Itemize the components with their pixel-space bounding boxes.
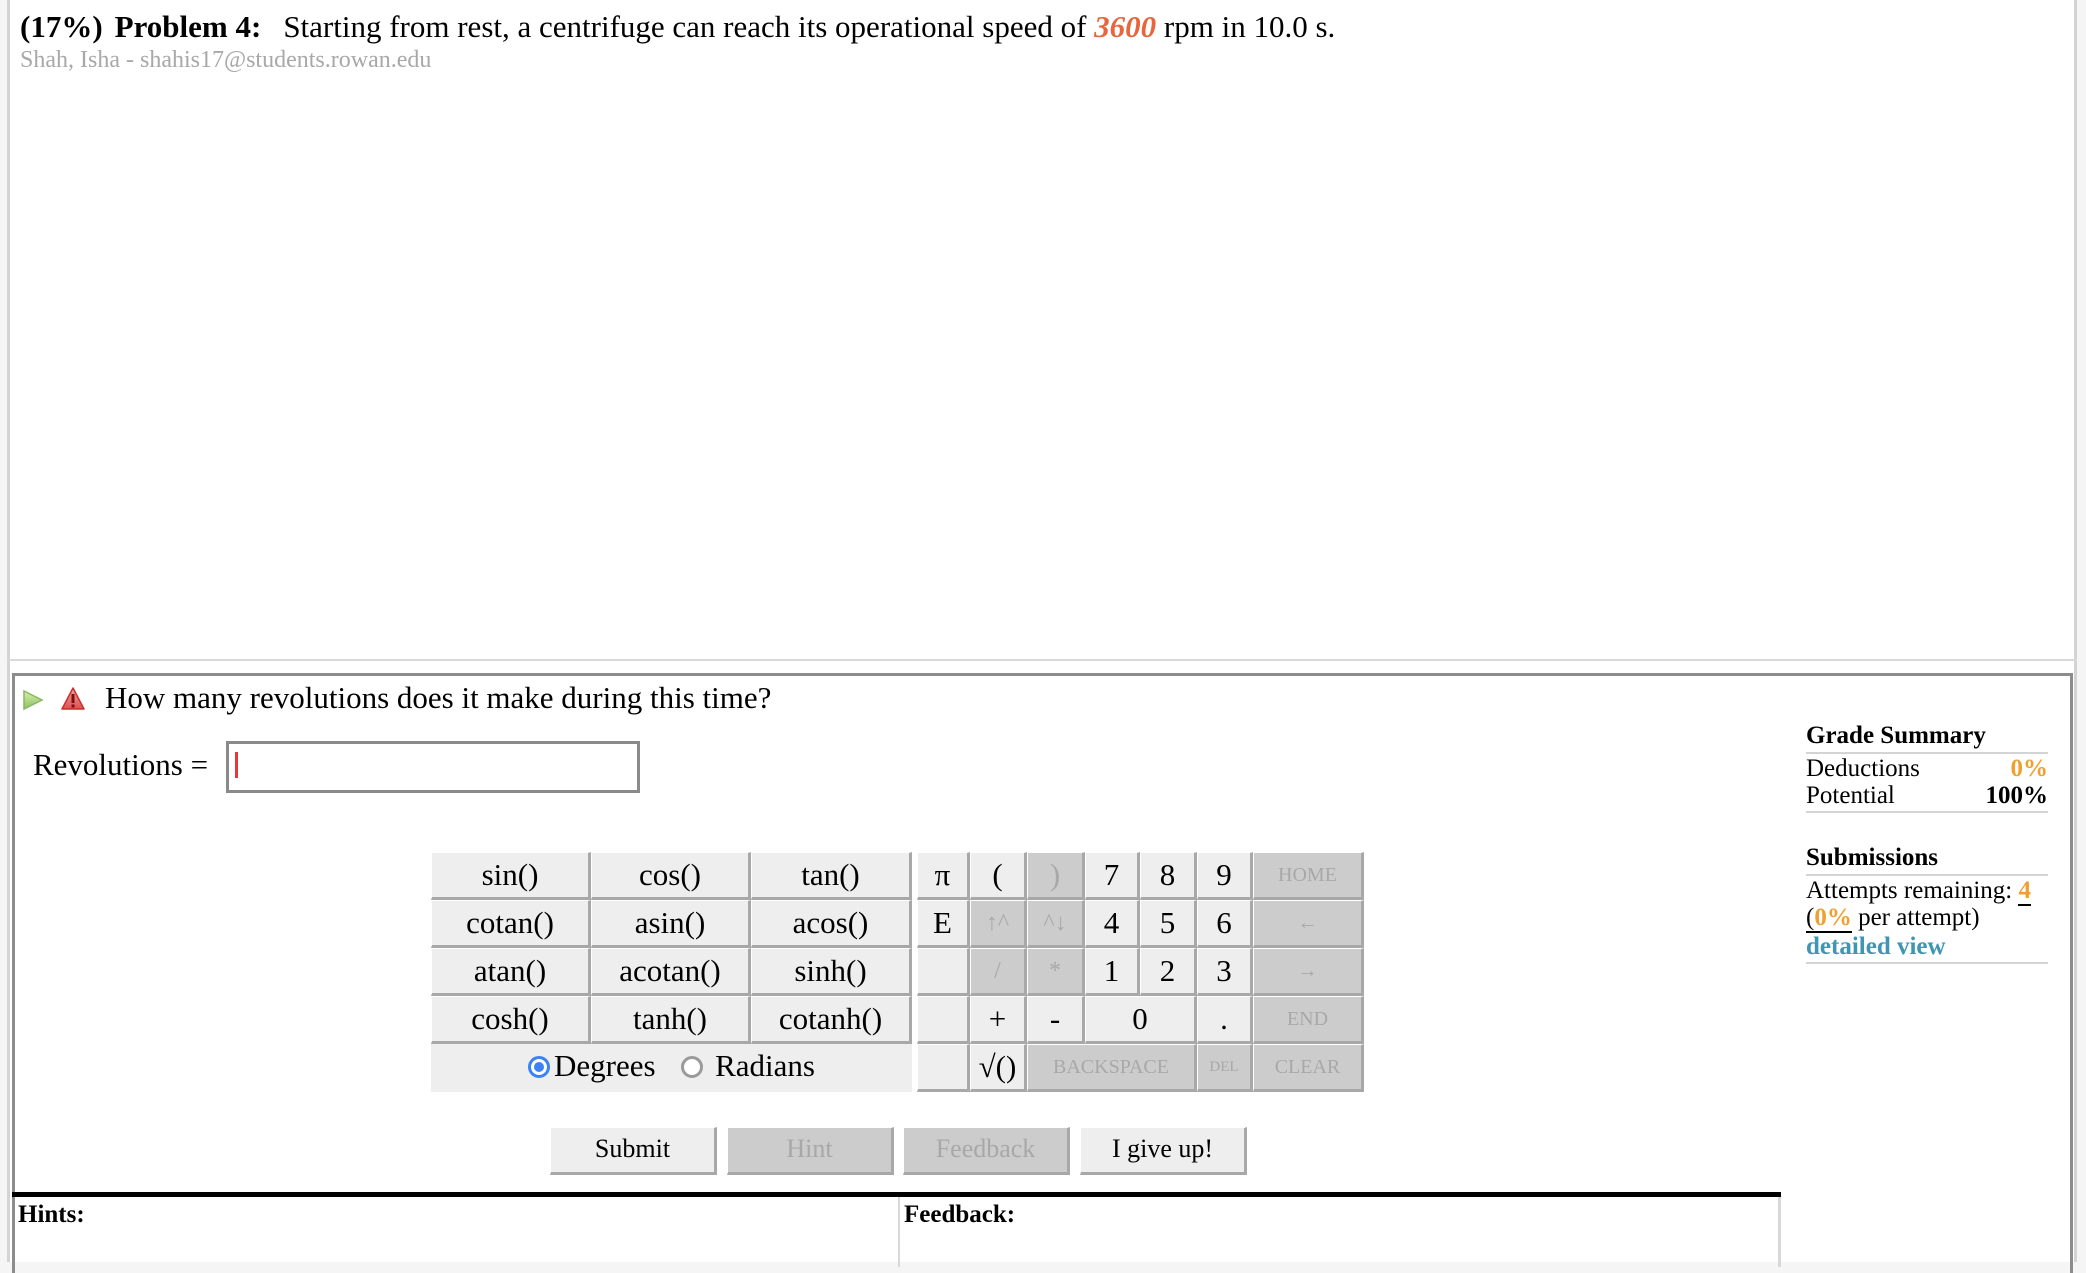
key-divide[interactable]: / (970, 948, 1027, 996)
attempts-label: Attempts remaining: (1806, 877, 2019, 904)
problem-weight: (17%) (20, 9, 103, 44)
submissions-title: Submissions (1806, 844, 1939, 871)
hint-button[interactable]: Hint (727, 1127, 894, 1175)
key-plus[interactable]: + (970, 996, 1027, 1044)
key-blank-2 (917, 996, 970, 1044)
key-multiply[interactable]: * (1027, 948, 1085, 996)
key-open-paren[interactable]: ( (970, 852, 1027, 900)
hints-label: Hints: (18, 1201, 85, 1228)
key-8[interactable]: 8 (1140, 852, 1197, 900)
key-caret-down[interactable]: ^↓ (1027, 900, 1085, 948)
key-sqrt[interactable]: √() (970, 1044, 1027, 1092)
fn-asin-button[interactable]: asin() (591, 900, 751, 948)
hints-panel: Hints: (12, 1197, 900, 1267)
key-5[interactable]: 5 (1140, 900, 1197, 948)
question-text: How many revolutions does it make during… (105, 680, 772, 715)
key-clear[interactable]: CLEAR (1253, 1044, 1364, 1092)
fn-tanh-button[interactable]: tanh() (591, 996, 751, 1044)
key-9[interactable]: 9 (1197, 852, 1253, 900)
problem-number: Problem 4: (114, 9, 262, 44)
key-close-paren[interactable]: ) (1027, 852, 1085, 900)
radians-label[interactable]: Radians (715, 1048, 815, 1083)
key-backspace[interactable]: BACKSPACE (1027, 1044, 1197, 1092)
problem-highlight-value: 3600 (1094, 9, 1157, 44)
fn-cotanh-button[interactable]: cotanh() (751, 996, 912, 1044)
fn-acotan-button[interactable]: acotan() (591, 948, 751, 996)
key-dot[interactable]: . (1197, 996, 1253, 1044)
separator (1806, 874, 2048, 876)
fn-atan-button[interactable]: atan() (431, 948, 591, 996)
key-3[interactable]: 3 (1197, 948, 1253, 996)
grade-summary-title: Grade Summary (1806, 722, 1986, 749)
key-blank-3 (917, 1044, 970, 1092)
key-minus[interactable]: - (1027, 996, 1085, 1044)
separator (1806, 752, 2048, 754)
fn-cos-button[interactable]: cos() (591, 852, 751, 900)
separator (1806, 811, 2048, 813)
per-attempt-text: per attempt) (1851, 904, 1980, 931)
deductions-label: Deductions (1806, 755, 1920, 782)
key-up-caret[interactable]: ↑^ (970, 900, 1027, 948)
key-right-arrow[interactable]: → (1253, 948, 1364, 996)
play-icon[interactable] (22, 689, 44, 711)
key-pi[interactable]: π (917, 852, 970, 900)
key-e[interactable]: E (917, 900, 970, 948)
feedback-button[interactable]: Feedback (903, 1127, 1070, 1175)
problem-text-before: Starting from rest, a centrifuge can rea… (283, 9, 1095, 44)
fn-sin-button[interactable]: sin() (431, 852, 591, 900)
key-7[interactable]: 7 (1085, 852, 1140, 900)
potential-value: 100% (1985, 782, 2049, 809)
give-up-button[interactable]: I give up! (1080, 1127, 1247, 1175)
per-attempt-row: (0% per attempt) (1806, 904, 2048, 933)
key-0[interactable]: 0 (1085, 996, 1197, 1044)
key-4[interactable]: 4 (1085, 900, 1140, 948)
key-blank-1 (917, 948, 970, 996)
key-2[interactable]: 2 (1140, 948, 1197, 996)
potential-label: Potential (1806, 782, 1895, 809)
divider (7, 659, 2077, 661)
key-1[interactable]: 1 (1085, 948, 1140, 996)
potential-row: Potential 100% (1806, 782, 2048, 809)
separator (1806, 962, 2048, 964)
key-home[interactable]: HOME (1253, 852, 1364, 900)
grade-summary-panel: Grade Summary Deductions 0% Potential 10… (1806, 722, 2048, 965)
detailed-view-link[interactable]: detailed view (1806, 933, 1946, 960)
key-left-arrow[interactable]: ← (1253, 900, 1364, 948)
fn-acos-button[interactable]: acos() (751, 900, 912, 948)
degrees-label[interactable]: Degrees (554, 1048, 656, 1083)
angle-mode-group: Degrees Radians (431, 1044, 912, 1092)
feedback-panel: Feedback: (900, 1197, 1781, 1267)
submit-button[interactable]: Submit (550, 1127, 717, 1175)
problem-text-after: rpm in 10.0 s. (1156, 9, 1336, 44)
feedback-label: Feedback: (904, 1201, 1016, 1228)
fn-cotan-button[interactable]: cotan() (431, 900, 591, 948)
problem-title: (17%) Problem 4: Starting from rest, a cen… (20, 9, 1335, 45)
per-attempt-value: 0% (1814, 904, 1852, 931)
deductions-row: Deductions 0% (1806, 755, 2048, 782)
key-6[interactable]: 6 (1197, 900, 1253, 948)
degrees-radio[interactable] (528, 1056, 551, 1078)
answer-label: Revolutions = (33, 747, 209, 782)
fn-sinh-button[interactable]: sinh() (751, 948, 912, 996)
key-end[interactable]: END (1253, 996, 1364, 1044)
attempts-value: 4 (2018, 877, 2031, 906)
answer-input[interactable] (226, 741, 640, 793)
key-del[interactable]: DEL (1197, 1044, 1253, 1092)
warning-icon (61, 687, 85, 710)
fn-cosh-button[interactable]: cosh() (431, 996, 591, 1044)
text-caret (235, 752, 238, 778)
student-info: Shah, Isha - shahis17@students.rowan.edu (20, 47, 432, 73)
fn-tan-button[interactable]: tan() (751, 852, 912, 900)
deductions-value: 0% (2010, 755, 2049, 782)
radians-radio[interactable] (681, 1056, 704, 1078)
attempts-row: Attempts remaining: 4 (1806, 877, 2048, 906)
